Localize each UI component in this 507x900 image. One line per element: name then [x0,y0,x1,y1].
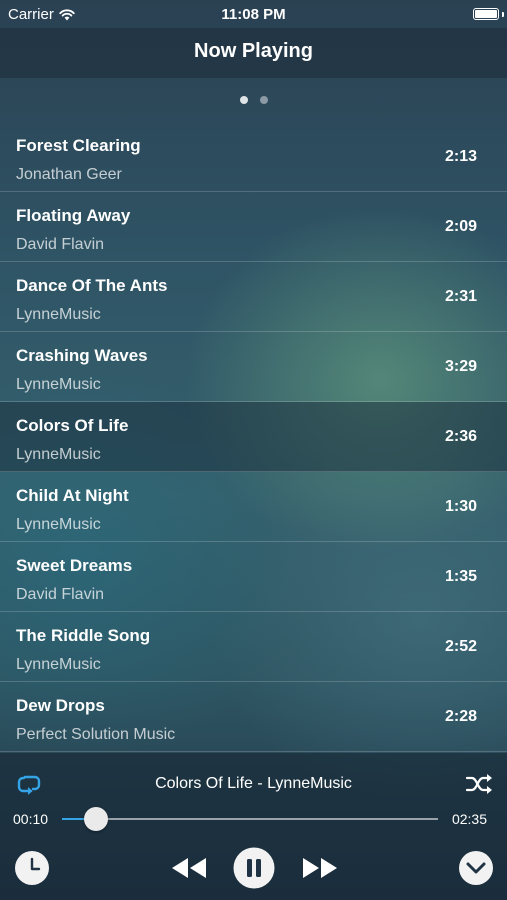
track-duration: 2:31 [444,288,477,305]
track-artist: LynneMusic [16,446,101,463]
progress-thumb[interactable] [83,807,108,831]
track-title: Crashing Waves [16,346,148,365]
track-duration: 2:36 [444,428,477,445]
fast-forward-button[interactable] [301,856,339,880]
track-duration: 2:13 [444,148,477,165]
battery-tip [502,12,504,17]
rewind-icon [172,858,206,878]
track-row[interactable]: Child At Night LynneMusic 1:30 [0,472,507,542]
sleep-timer-button[interactable] [14,850,50,886]
player-panel: Colors Of Life - LynneMusic 00:10 02:35 [0,753,507,900]
elapsed-time: 00:10 [13,811,49,827]
track-title: Child At Night [16,486,129,505]
track-title: The Riddle Song [16,626,151,645]
page-dot-2[interactable] [259,96,268,104]
track-row[interactable]: Dance Of The Ants LynneMusic 2:31 [0,262,507,332]
track-row[interactable]: Forest Clearing Jonathan Geer 2:13 [0,122,507,192]
shuffle-icon [465,774,492,794]
now-playing-title: Colors Of Life - LynneMusic [155,775,352,792]
clock-icon [15,851,49,885]
track-artist: LynneMusic [16,656,101,673]
page-dot-1[interactable] [239,96,248,104]
track-row[interactable]: Dew Drops Perfect Solution Music 2:28 [0,682,507,752]
page-title: Now Playing [194,40,313,62]
track-artist: LynneMusic [16,306,101,323]
shuffle-button[interactable] [465,773,493,795]
track-row[interactable]: The Riddle Song LynneMusic 2:52 [0,612,507,682]
track-artist: LynneMusic [16,376,101,393]
play-pause-button[interactable] [233,847,275,889]
battery-icon [473,8,499,20]
total-time: 02:35 [451,811,487,827]
progress-slider[interactable] [62,807,438,831]
track-duration: 2:28 [444,708,477,725]
rewind-button[interactable] [170,856,208,880]
track-duration: 1:30 [444,498,477,515]
track-title: Floating Away [16,206,131,225]
track-duration: 1:35 [444,568,477,585]
status-bar: Carrier 11:08 PM [0,0,507,28]
track-duration: 2:52 [444,638,477,655]
track-duration: 2:09 [444,218,477,235]
track-title: Dew Drops [16,696,105,715]
track-artist: Perfect Solution Music [16,726,176,743]
pause-icon [233,847,275,889]
collapse-player-button[interactable] [458,850,494,886]
track-row[interactable]: Floating Away David Flavin 2:09 [0,192,507,262]
status-time: 11:08 PM [221,6,286,23]
chevron-down-icon [459,851,493,885]
track-row[interactable]: Sweet Dreams David Flavin 1:35 [0,542,507,612]
track-title: Dance Of The Ants [16,276,168,295]
track-duration: 3:29 [444,358,477,375]
track-title: Forest Clearing [16,136,141,155]
track-list: Forest Clearing Jonathan Geer 2:13 Float… [0,122,507,752]
track-row-selected[interactable]: Colors Of Life LynneMusic 2:36 [0,402,507,472]
fast-forward-icon [303,858,337,878]
nav-bar: Now Playing [0,28,507,78]
page-control[interactable] [0,96,507,104]
track-artist: LynneMusic [16,516,101,533]
track-row[interactable]: Crashing Waves LynneMusic 3:29 [0,332,507,402]
track-artist: Jonathan Geer [16,166,122,183]
track-title: Sweet Dreams [16,556,133,575]
track-artist: David Flavin [16,586,105,603]
track-title: Colors Of Life [16,416,129,435]
track-artist: David Flavin [16,236,105,253]
